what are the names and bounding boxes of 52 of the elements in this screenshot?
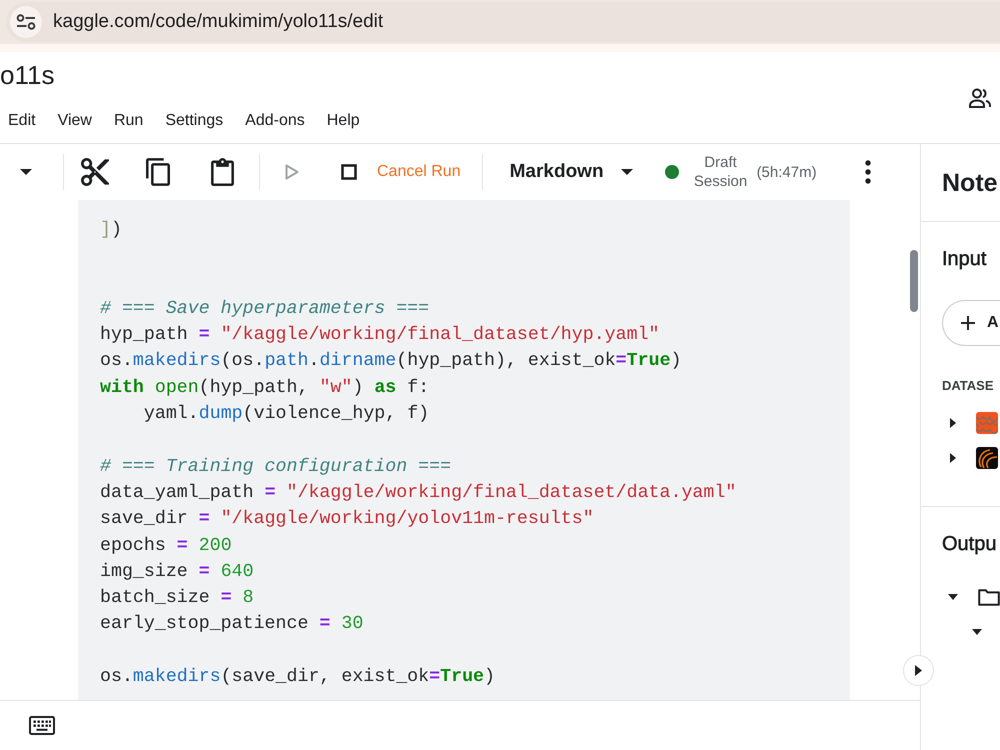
code-line: os.makedirs(save_dir, exist_ok=True) <box>100 666 495 690</box>
section-heading: Input <box>942 247 986 271</box>
code-line: data_yaml_path = "/kaggle/working/final_dataset/data.yaml" <box>100 482 736 505</box>
code-line: early_stop_patience = 30 <box>100 613 364 636</box>
caret-down-icon <box>620 169 633 175</box>
panel-title: Note <box>942 169 998 197</box>
menu-item[interactable]: Help <box>326 110 360 132</box>
code-line: batch_size = 8 <box>100 587 254 610</box>
people-icon[interactable] <box>969 88 991 108</box>
kebab-icon <box>865 160 871 184</box>
stop-icon <box>341 164 357 180</box>
code-line: img_size = 640 <box>100 560 254 584</box>
menu-item[interactable]: Add-ons <box>245 110 305 132</box>
address-bar[interactable]: kaggle.com/code/mukimim/yolo11s/edit <box>6 2 1000 42</box>
copy-icon <box>146 158 170 186</box>
menu-item[interactable]: Edit <box>8 110 36 132</box>
code-line: # === Training configuration === <box>100 456 452 479</box>
plus-icon <box>961 316 975 330</box>
code-line: with open(hyp_path, "w") as f: <box>100 376 430 400</box>
caret-right-icon[interactable] <box>950 418 956 428</box>
scissors-icon <box>81 158 109 186</box>
clipboard-icon <box>210 158 234 186</box>
code-line: yaml.dump(violence_hyp, f) <box>142 403 430 426</box>
swirl-icon <box>976 446 998 468</box>
menu-item[interactable]: View <box>58 110 92 132</box>
code-line: hyp_path = "/kaggle/working/final_dataset/hyp.yaml" <box>100 324 660 348</box>
notebook-title[interactable]: o11s <box>0 52 54 98</box>
add-input-button[interactable]: A <box>942 300 1000 346</box>
datasets-heading: DATASE <box>942 378 994 394</box>
code-line: # === Save hyperparameters === <box>100 298 430 321</box>
code-line: save_dir = "/kaggle/working/yolov11m-results" <box>100 508 594 532</box>
cell-type-dropdown[interactable]: Markdown <box>498 153 641 191</box>
scales-pattern-icon <box>976 412 998 434</box>
play-icon <box>285 164 299 180</box>
code-line: os.makedirs(os.path.dirname(hyp_path), exist_ok=True) <box>100 350 682 374</box>
caret-down-icon[interactable] <box>972 628 982 634</box>
caret-down-icon[interactable] <box>948 594 958 600</box>
code-line: epochs = 200 <box>100 534 232 558</box>
caret-right-icon[interactable] <box>950 452 956 462</box>
expand-panel-button[interactable] <box>903 655 934 686</box>
scrollbar-thumb[interactable] <box>910 250 918 312</box>
keyboard-icon[interactable] <box>29 716 55 735</box>
menu-item[interactable]: Settings <box>165 110 224 132</box>
menu-item[interactable]: Run <box>114 110 144 132</box>
code-line: ]) <box>100 219 122 242</box>
code-cell[interactable] <box>78 200 850 700</box>
caret-down-icon <box>20 169 32 175</box>
caret-right-icon <box>915 665 922 676</box>
session-label: Draft Session <box>692 153 748 191</box>
sliders-icon[interactable] <box>10 6 42 38</box>
session-time: (5h:47m) <box>756 164 817 180</box>
section-heading: Outpu <box>942 532 996 556</box>
